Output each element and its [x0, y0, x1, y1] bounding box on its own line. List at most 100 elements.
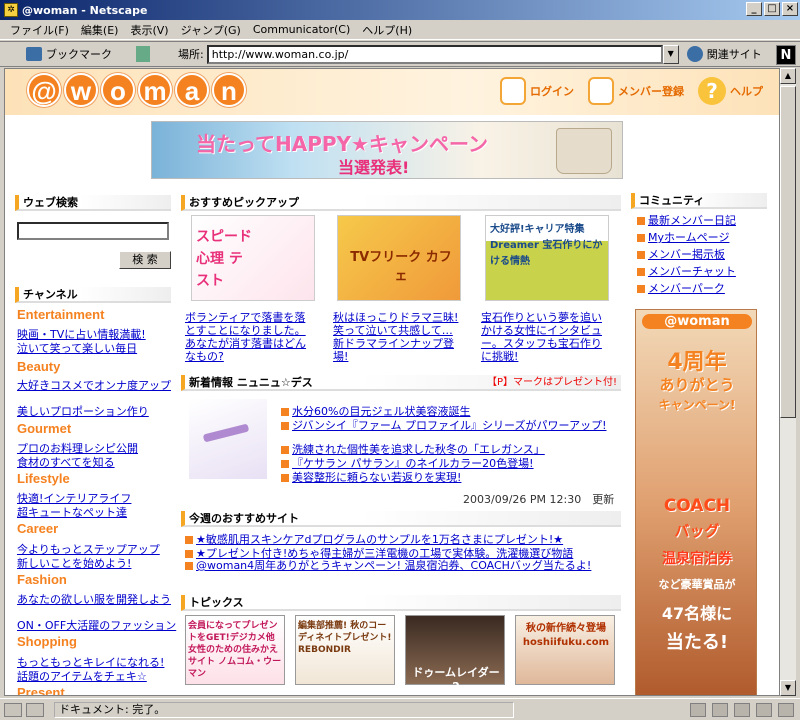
menu-communicator[interactable]: Communicator(C): [247, 23, 356, 36]
minimize-button[interactable]: _: [746, 2, 762, 16]
community-link-board[interactable]: メンバー掲示板: [637, 246, 725, 262]
community-link-diary[interactable]: 最新メンバー日記: [637, 212, 736, 228]
category-gourmet[interactable]: Gourmet: [17, 421, 71, 436]
url-dropdown-button[interactable]: ▼: [662, 44, 679, 64]
news-product-image[interactable]: [189, 399, 267, 479]
edit-icon[interactable]: [778, 702, 794, 717]
category-beauty[interactable]: Beauty: [17, 359, 60, 374]
site-logo[interactable]: @ w o m a n: [27, 73, 246, 107]
category-link[interactable]: 食材のすべてを知る: [17, 454, 115, 470]
topics-heading: トピックス: [181, 595, 621, 611]
bullet-icon: [281, 446, 289, 454]
mail-icon[interactable]: [712, 702, 728, 717]
category-present[interactable]: Present: [17, 685, 65, 695]
menu-go[interactable]: ジャンプ(G): [175, 22, 247, 38]
pickup-text[interactable]: 宝石作りという夢を追いかける女性にインタビュー。スタッフも宝石作りに挑戦!: [481, 311, 611, 363]
news-item[interactable]: 美容整形に頼らない若返りを実現!: [281, 469, 461, 485]
web-search-input[interactable]: [17, 222, 169, 240]
maximize-button[interactable]: □: [764, 2, 780, 16]
register-link[interactable]: メンバー登録: [588, 77, 684, 105]
scroll-up-arrow-icon[interactable]: ▲: [780, 68, 796, 84]
ad-line: 47名様に: [661, 604, 733, 623]
status-bar: ドキュメント: 完了。: [0, 698, 800, 720]
page-proxy-icon[interactable]: [136, 46, 150, 62]
news-date-value: 2003/09/26 PM 12:30: [463, 493, 582, 506]
community-link-homepage[interactable]: Myホームページ: [637, 229, 729, 245]
composer-icon[interactable]: [734, 702, 750, 717]
category-link[interactable]: 大好きコスメでオンナ度アップ: [17, 377, 171, 393]
menu-edit[interactable]: 編集(E): [75, 22, 125, 38]
menu-file[interactable]: ファイル(F): [4, 22, 75, 38]
location-label: 場所:: [178, 48, 204, 61]
url-input[interactable]: http://www.woman.co.jp/: [206, 44, 663, 64]
pickup-text[interactable]: 秋はほっこりドラマ三昧!笑って泣いて共感して…新ドラマラインナップ登場!: [333, 311, 463, 363]
news-title: 新着情報 ニュニュ☆デス: [189, 376, 313, 389]
location-toolbar: ブックマーク 場所: http://www.woman.co.jp/ ▼ 関連サ…: [0, 41, 800, 67]
topic-banner-nomucom[interactable]: 会員になってプレゼントをGET!デジカメ他 女性のための住みかえサイト ノムコム…: [185, 615, 285, 685]
window-titlebar: ✲ @woman - Netscape _ □ ×: [0, 0, 800, 20]
category-link[interactable]: 話題のアイテムをチェキ☆: [17, 668, 147, 684]
menu-view[interactable]: 表示(V): [124, 22, 174, 38]
bookmark-button[interactable]: ブックマーク: [26, 46, 112, 62]
pickup-image-dreamer[interactable]: 大好評!キャリア特集 Dreamer 宝石作りにかける情熱: [485, 215, 609, 301]
login-link[interactable]: ログイン: [500, 77, 574, 105]
topic-banner-hoshiifuku[interactable]: 秋の新作続々登場 hoshiifuku.com: [515, 615, 615, 685]
category-link[interactable]: あなたの欲しい服を開発しよう: [17, 591, 171, 607]
news-text: ジバンシイ『ファーム プロファイル』シリーズがパワーアップ!: [292, 419, 607, 432]
page-viewport: @ w o m a n ログイン メンバー登録 ? ヘルプ 当たってHAPPY★キ…: [4, 68, 780, 696]
news-heading: 新着情報 ニュニュ☆デス 【P】マークはプレゼント付!: [181, 375, 621, 391]
navigator-icon[interactable]: [690, 702, 706, 717]
pickup-image-label: 大好評!キャリア特集 Dreamer 宝石作りにかける情熱: [490, 224, 603, 267]
menu-help[interactable]: ヘルプ(H): [356, 22, 418, 38]
topic-banner-doom-raider[interactable]: ドゥームレイダー2: [405, 615, 505, 693]
category-career[interactable]: Career: [17, 521, 58, 536]
pickup-text[interactable]: ボランティアで落書を落とすことになりました。あなたが消す落書はどんなもの?: [185, 311, 315, 363]
ad-line: COACH: [663, 496, 731, 516]
help-link[interactable]: ? ヘルプ: [698, 77, 763, 105]
logo-letter: @: [27, 73, 61, 107]
news-icon[interactable]: [756, 702, 772, 717]
pickup-image-label: スピード 心理 テスト: [196, 229, 252, 289]
anniversary-ad-banner[interactable]: @woman 4周年 ありがとう キャンペーン! COACH バッグ 温泉宿泊券…: [635, 309, 757, 695]
category-lifestyle[interactable]: Lifestyle: [17, 471, 70, 486]
handbag-image: [556, 128, 612, 174]
scroll-thumb[interactable]: [780, 86, 796, 418]
category-link[interactable]: 美しいプロポーション作り: [17, 403, 149, 419]
community-label: 最新メンバー日記: [648, 214, 736, 227]
bag-icon: [588, 77, 614, 105]
community-link-park[interactable]: メンバーパーク: [637, 280, 725, 296]
ad-line: キャンペーン!: [658, 398, 736, 412]
banner-line1: 当たってHAPPY★キャンペーン: [196, 132, 488, 156]
vertical-scrollbar[interactable]: ▲ ▼: [780, 68, 796, 696]
logo-letter: a: [175, 73, 209, 107]
search-button[interactable]: 検 索: [119, 251, 171, 269]
close-button[interactable]: ×: [782, 2, 798, 16]
recommend-link[interactable]: @woman4周年ありがとうキャンペーン! 温泉宿泊券、COACHバッグ当たるよ…: [185, 559, 625, 573]
channel-heading: チャンネル: [15, 287, 171, 303]
ad-line: 当たる!: [665, 632, 729, 653]
logo-letter: w: [64, 73, 98, 107]
netscape-icon: ✲: [4, 3, 18, 17]
category-link[interactable]: ON・OFF大活躍のファッション: [17, 617, 176, 633]
scroll-down-arrow-icon[interactable]: ▼: [780, 680, 796, 696]
category-shopping[interactable]: Shopping: [17, 634, 77, 649]
netscape-logo-icon[interactable]: N: [776, 45, 796, 65]
bullet-icon: [185, 536, 193, 544]
category-entertainment[interactable]: Entertainment: [17, 307, 104, 322]
category-link[interactable]: 泣いて笑って楽しい毎日: [17, 340, 137, 356]
pickup-image-psych-test[interactable]: スピード 心理 テスト: [191, 215, 315, 301]
news-item[interactable]: ジバンシイ『ファーム プロファイル』シリーズがパワーアップ!: [281, 417, 606, 433]
campaign-banner[interactable]: 当たってHAPPY★キャンペーン 当選発表!: [151, 121, 623, 179]
bullet-icon: [637, 285, 645, 293]
status-text: ドキュメント: 完了。: [54, 701, 514, 718]
pickup-image-tv-cafe[interactable]: TVフリーク カフェ: [337, 215, 461, 301]
recommend-text: @woman4周年ありがとうキャンペーン! 温泉宿泊券、COACHバッグ当たるよ…: [196, 559, 592, 572]
community-link-chat[interactable]: メンバーチャット: [637, 263, 736, 279]
security-icon[interactable]: [4, 702, 22, 717]
category-fashion[interactable]: Fashion: [17, 572, 67, 587]
related-sites-button[interactable]: 関連サイト: [686, 46, 762, 62]
category-link[interactable]: 新しいことを始めよう!: [17, 555, 131, 571]
ad-line: 4周年: [667, 350, 727, 375]
category-link[interactable]: 超キュートなペット達: [17, 504, 127, 520]
topic-banner-rebondir[interactable]: 編集部推薦! 秋のコーディネイトプレゼント! REBONDIR: [295, 615, 395, 685]
